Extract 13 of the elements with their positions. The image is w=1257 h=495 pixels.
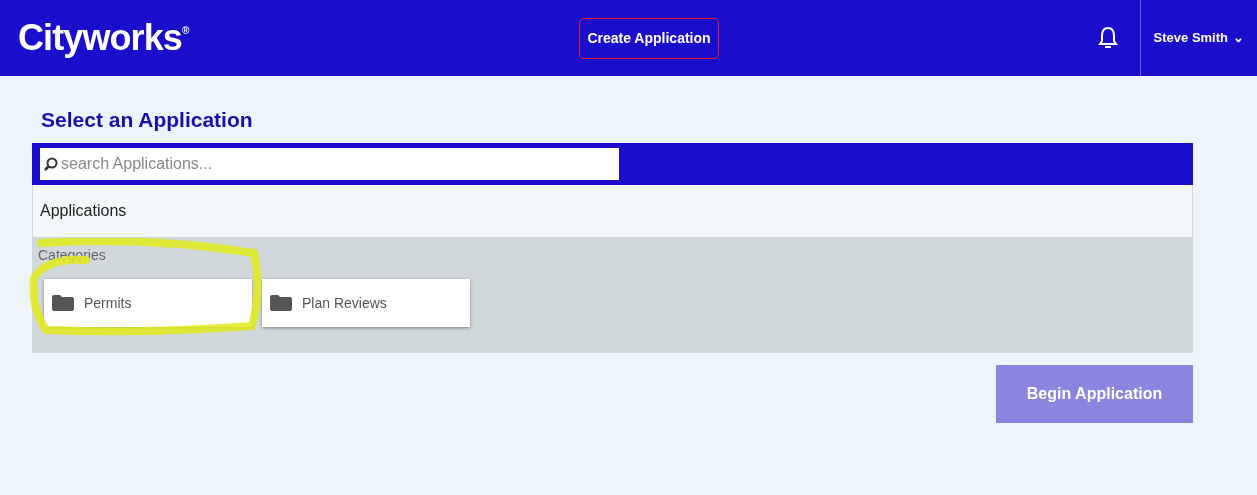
create-application-button[interactable]: Create Application [579,17,719,59]
logo: Cityworks$^{®}$ [18,16,189,60]
applications-header: Applications [32,185,1193,237]
category-card[interactable]: Permits [44,279,252,327]
notification-bell-icon[interactable] [1097,26,1118,50]
search-field[interactable]: search Applications... [40,148,619,180]
page-title: Select an Application [41,107,254,133]
search-icon [44,157,58,171]
categories-label: Categories [38,246,107,265]
category-card[interactable]: Plan Reviews [262,279,470,327]
folder-icon [52,295,74,311]
user-menu[interactable]: Steve Smith ⌄ [1140,0,1257,76]
folder-icon [270,295,292,311]
